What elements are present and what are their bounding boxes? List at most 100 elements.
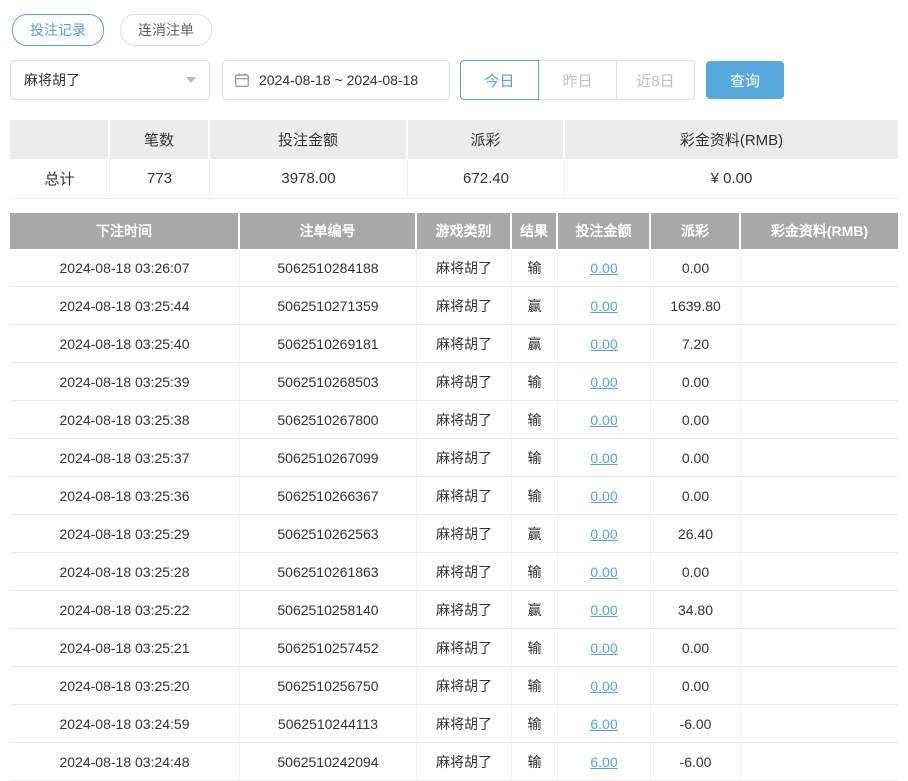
bet-amount-link[interactable]: 0.00 <box>590 260 617 276</box>
cell-bet-time: 2024-08-18 03:25:40 <box>10 325 240 363</box>
bet-amount-link[interactable]: 0.00 <box>590 336 617 352</box>
cell-game-type: 麻将胡了 <box>417 667 512 705</box>
cell-bonus <box>741 477 898 515</box>
cell-payout: 0.00 <box>651 477 741 515</box>
cell-order-id: 5062510257452 <box>240 629 417 667</box>
cell-order-id: 5062510284188 <box>240 249 417 287</box>
bet-records-table: 下注时间 注单编号 游戏类别 结果 投注金额 派彩 彩金资料(RMB) 2024… <box>10 213 898 781</box>
date-range-picker[interactable]: 2024-08-18 ~ 2024-08-18 <box>222 60 450 100</box>
header-order-id: 注单编号 <box>240 213 417 249</box>
betting-records-page: 投注记录 连消注单 麻将胡了 2024-08-18 ~ 2024-08-18 今… <box>0 0 908 781</box>
cell-bonus <box>741 743 898 781</box>
cell-result: 输 <box>512 439 558 477</box>
quick-date-group: 今日 昨日 近8日 <box>460 60 695 100</box>
cell-bet-amount: 0.00 <box>558 667 651 705</box>
cell-bet-time: 2024-08-18 03:25:29 <box>10 515 240 553</box>
bet-amount-link[interactable]: 0.00 <box>590 298 617 314</box>
cell-result: 输 <box>512 743 558 781</box>
calendar-icon <box>234 72 250 88</box>
tab-cancelled-orders[interactable]: 连消注单 <box>120 14 212 46</box>
bet-amount-link[interactable]: 0.00 <box>590 374 617 390</box>
bet-amount-link[interactable]: 0.00 <box>590 526 617 542</box>
summary-header-payout: 派彩 <box>408 120 565 159</box>
bet-amount-link[interactable]: 0.00 <box>590 450 617 466</box>
summary-header-empty <box>10 120 110 159</box>
cell-result: 输 <box>512 705 558 743</box>
cell-order-id: 5062510242094 <box>240 743 417 781</box>
game-select[interactable]: 麻将胡了 <box>10 60 210 100</box>
cell-bet-amount: 0.00 <box>558 363 651 401</box>
cell-bet-amount: 0.00 <box>558 629 651 667</box>
cell-game-type: 麻将胡了 <box>417 743 512 781</box>
bet-amount-link[interactable]: 0.00 <box>590 412 617 428</box>
bet-amount-link[interactable]: 0.00 <box>590 564 617 580</box>
game-select-value: 麻将胡了 <box>24 72 80 88</box>
cell-bet-time: 2024-08-18 03:25:36 <box>10 477 240 515</box>
cell-bet-amount: 0.00 <box>558 591 651 629</box>
quick-button-last8days[interactable]: 近8日 <box>616 60 695 100</box>
bet-amount-link[interactable]: 0.00 <box>590 640 617 656</box>
cell-game-type: 麻将胡了 <box>417 401 512 439</box>
cell-bet-time: 2024-08-18 03:24:59 <box>10 705 240 743</box>
table-row: 2024-08-18 03:25:20 5062510256750 麻将胡了 输… <box>10 667 898 705</box>
cell-bet-amount: 6.00 <box>558 743 651 781</box>
cell-order-id: 5062510266367 <box>240 477 417 515</box>
summary-table: 笔数 投注金额 派彩 彩金资料(RMB) 总计 773 3978.00 672.… <box>10 120 898 199</box>
summary-total-row: 总计 773 3978.00 672.40 ¥ 0.00 <box>10 159 898 199</box>
table-row: 2024-08-18 03:26:07 5062510284188 麻将胡了 输… <box>10 249 898 287</box>
search-button[interactable]: 查询 <box>706 61 784 99</box>
cell-payout: 0.00 <box>651 363 741 401</box>
cell-bet-time: 2024-08-18 03:26:07 <box>10 249 240 287</box>
summary-total-label: 总计 <box>10 159 110 199</box>
quick-button-today[interactable]: 今日 <box>460 60 539 100</box>
bet-amount-link[interactable]: 0.00 <box>590 602 617 618</box>
cell-bonus <box>741 325 898 363</box>
cell-bonus <box>741 439 898 477</box>
header-bet-time: 下注时间 <box>10 213 240 249</box>
cell-game-type: 麻将胡了 <box>417 287 512 325</box>
cell-game-type: 麻将胡了 <box>417 325 512 363</box>
quick-button-yesterday[interactable]: 昨日 <box>538 60 617 100</box>
cell-bet-time: 2024-08-18 03:25:37 <box>10 439 240 477</box>
cell-order-id: 5062510269181 <box>240 325 417 363</box>
cell-payout: 34.80 <box>651 591 741 629</box>
table-row: 2024-08-18 03:25:38 5062510267800 麻将胡了 输… <box>10 401 898 439</box>
cell-bet-amount: 0.00 <box>558 287 651 325</box>
bet-amount-link[interactable]: 6.00 <box>590 754 617 770</box>
cell-game-type: 麻将胡了 <box>417 249 512 287</box>
summary-total-count: 773 <box>110 159 210 199</box>
bet-amount-link[interactable]: 6.00 <box>590 716 617 732</box>
top-tabs: 投注记录 连消注单 <box>12 14 898 46</box>
cell-payout: -6.00 <box>651 705 741 743</box>
tab-betting-records[interactable]: 投注记录 <box>12 14 104 46</box>
header-bet-amount: 投注金额 <box>558 213 651 249</box>
cell-payout: 0.00 <box>651 249 741 287</box>
cell-game-type: 麻将胡了 <box>417 629 512 667</box>
summary-total-bonus: ¥ 0.00 <box>565 159 898 199</box>
cell-game-type: 麻将胡了 <box>417 363 512 401</box>
bet-amount-link[interactable]: 0.00 <box>590 488 617 504</box>
table-row: 2024-08-18 03:25:44 5062510271359 麻将胡了 赢… <box>10 287 898 325</box>
chevron-down-icon <box>186 77 196 83</box>
cell-result: 输 <box>512 553 558 591</box>
table-row: 2024-08-18 03:24:48 5062510242094 麻将胡了 输… <box>10 743 898 781</box>
cell-payout: 0.00 <box>651 629 741 667</box>
cell-result: 输 <box>512 401 558 439</box>
cell-payout: 0.00 <box>651 553 741 591</box>
header-bonus: 彩金资料(RMB) <box>741 213 898 249</box>
cell-order-id: 5062510262563 <box>240 515 417 553</box>
cell-order-id: 5062510256750 <box>240 667 417 705</box>
cell-bet-amount: 0.00 <box>558 439 651 477</box>
bet-table-header-row: 下注时间 注单编号 游戏类别 结果 投注金额 派彩 彩金资料(RMB) <box>10 213 898 249</box>
cell-result: 输 <box>512 363 558 401</box>
bet-amount-link[interactable]: 0.00 <box>590 678 617 694</box>
cell-bet-amount: 6.00 <box>558 705 651 743</box>
table-row: 2024-08-18 03:25:39 5062510268503 麻将胡了 输… <box>10 363 898 401</box>
cell-order-id: 5062510258140 <box>240 591 417 629</box>
table-row: 2024-08-18 03:25:22 5062510258140 麻将胡了 赢… <box>10 591 898 629</box>
cell-result: 输 <box>512 667 558 705</box>
cell-bet-amount: 0.00 <box>558 401 651 439</box>
summary-header-bet-amount: 投注金额 <box>210 120 408 159</box>
header-payout: 派彩 <box>651 213 741 249</box>
cell-bet-amount: 0.00 <box>558 477 651 515</box>
